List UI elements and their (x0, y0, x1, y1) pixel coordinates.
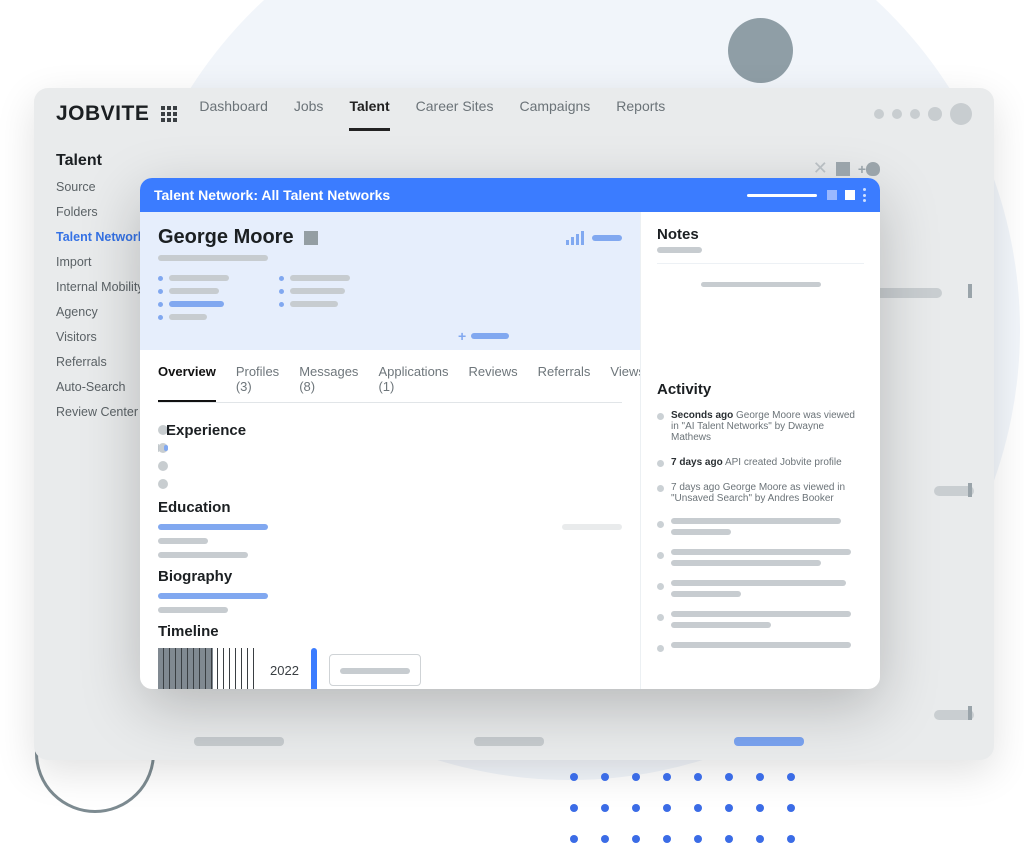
activity-item (657, 549, 864, 566)
add-link-button[interactable] (458, 328, 622, 344)
more-menu-icon[interactable] (863, 188, 866, 202)
status-dot-icon (874, 109, 884, 119)
activity-list: Seconds ago George Moore was viewed in "… (657, 410, 864, 652)
timeline-event[interactable] (329, 654, 421, 686)
activity-item (657, 580, 864, 597)
modal-title: Talent Network: All Talent Networks (154, 187, 390, 203)
timeline-scale-icon (158, 648, 258, 689)
activity-item: 7 days ago George Moore as viewed in "Un… (657, 482, 864, 504)
tab-messages[interactable]: Messages (8) (299, 364, 358, 402)
nav-career-sites[interactable]: Career Sites (416, 98, 494, 131)
add-person-icon[interactable] (858, 161, 880, 177)
tab-views[interactable]: Views (610, 364, 640, 402)
notification-icon[interactable] (928, 107, 942, 121)
tab-profiles[interactable]: Profiles (3) (236, 364, 279, 402)
decor-dots (570, 773, 795, 843)
section-experience: Experience (158, 425, 168, 435)
info-columns (158, 275, 622, 320)
brand-logo: JOBVITE (56, 102, 149, 126)
section-biography: Biography (158, 568, 622, 585)
nav-jobs[interactable]: Jobs (294, 98, 324, 131)
activity-item (657, 611, 864, 628)
activity-item: Seconds ago George Moore was viewed in "… (657, 410, 864, 443)
bottom-bar (194, 737, 804, 746)
activity-title: Activity (657, 381, 864, 398)
close-icon[interactable]: ✕ (813, 158, 828, 179)
sidebar: Talent Source Folders Talent Network Imp… (34, 140, 154, 760)
notes-area[interactable] (657, 263, 864, 363)
status-square-icon (304, 231, 318, 245)
talent-profile-modal: Talent Network: All Talent Networks Geor… (140, 178, 880, 689)
header-progress-icon (747, 194, 817, 197)
tab-reviews[interactable]: Reviews (469, 364, 518, 402)
activity-item (657, 642, 864, 652)
activity-item: 7 days ago API created Jobvite profile (657, 457, 864, 468)
main-nav: Dashboard Jobs Talent Career Sites Campa… (199, 98, 665, 131)
candidate-name: George Moore (158, 226, 318, 249)
candidate-subtitle (158, 255, 268, 261)
notes-title: Notes (657, 226, 864, 243)
prev-record-icon[interactable] (827, 190, 837, 200)
tab-overview[interactable]: Overview (158, 364, 216, 402)
status-dot-icon (892, 109, 902, 119)
avatar[interactable] (950, 103, 972, 125)
section-education: Education (158, 499, 622, 516)
tab-applications[interactable]: Applications (1) (378, 364, 448, 402)
topbar: JOBVITE Dashboard Jobs Talent Career Sit… (34, 88, 994, 140)
app-switcher-icon[interactable] (161, 106, 177, 122)
row-menu-icon[interactable] (968, 483, 972, 497)
nav-dashboard[interactable]: Dashboard (199, 98, 268, 131)
activity-item (657, 518, 864, 535)
tab-referrals[interactable]: Referrals (538, 364, 591, 402)
row-menu-icon[interactable] (968, 284, 972, 298)
sidebar-title: Talent (56, 152, 154, 170)
timeline-year: 2022 (270, 663, 299, 678)
timeline-marker-icon[interactable] (311, 648, 317, 689)
right-panel: Notes Activity Seconds ago George Moore … (640, 212, 880, 689)
notes-subtitle (657, 247, 702, 253)
section-timeline: Timeline (158, 623, 622, 640)
modal-header: Talent Network: All Talent Networks (140, 178, 880, 212)
row-menu-icon[interactable] (968, 706, 972, 720)
signal-icon (566, 231, 584, 245)
status-dot-icon (910, 109, 920, 119)
profile-panel: George Moore (140, 212, 640, 689)
profile-tabs: Overview Profiles (3) Messages (8) Appli… (158, 364, 622, 403)
nav-reports[interactable]: Reports (616, 98, 665, 131)
timeline: 2022 (158, 648, 622, 689)
nav-campaigns[interactable]: Campaigns (519, 98, 590, 131)
nav-talent[interactable]: Talent (349, 98, 389, 131)
maximize-icon[interactable] (836, 162, 850, 176)
next-record-icon[interactable] (845, 190, 855, 200)
